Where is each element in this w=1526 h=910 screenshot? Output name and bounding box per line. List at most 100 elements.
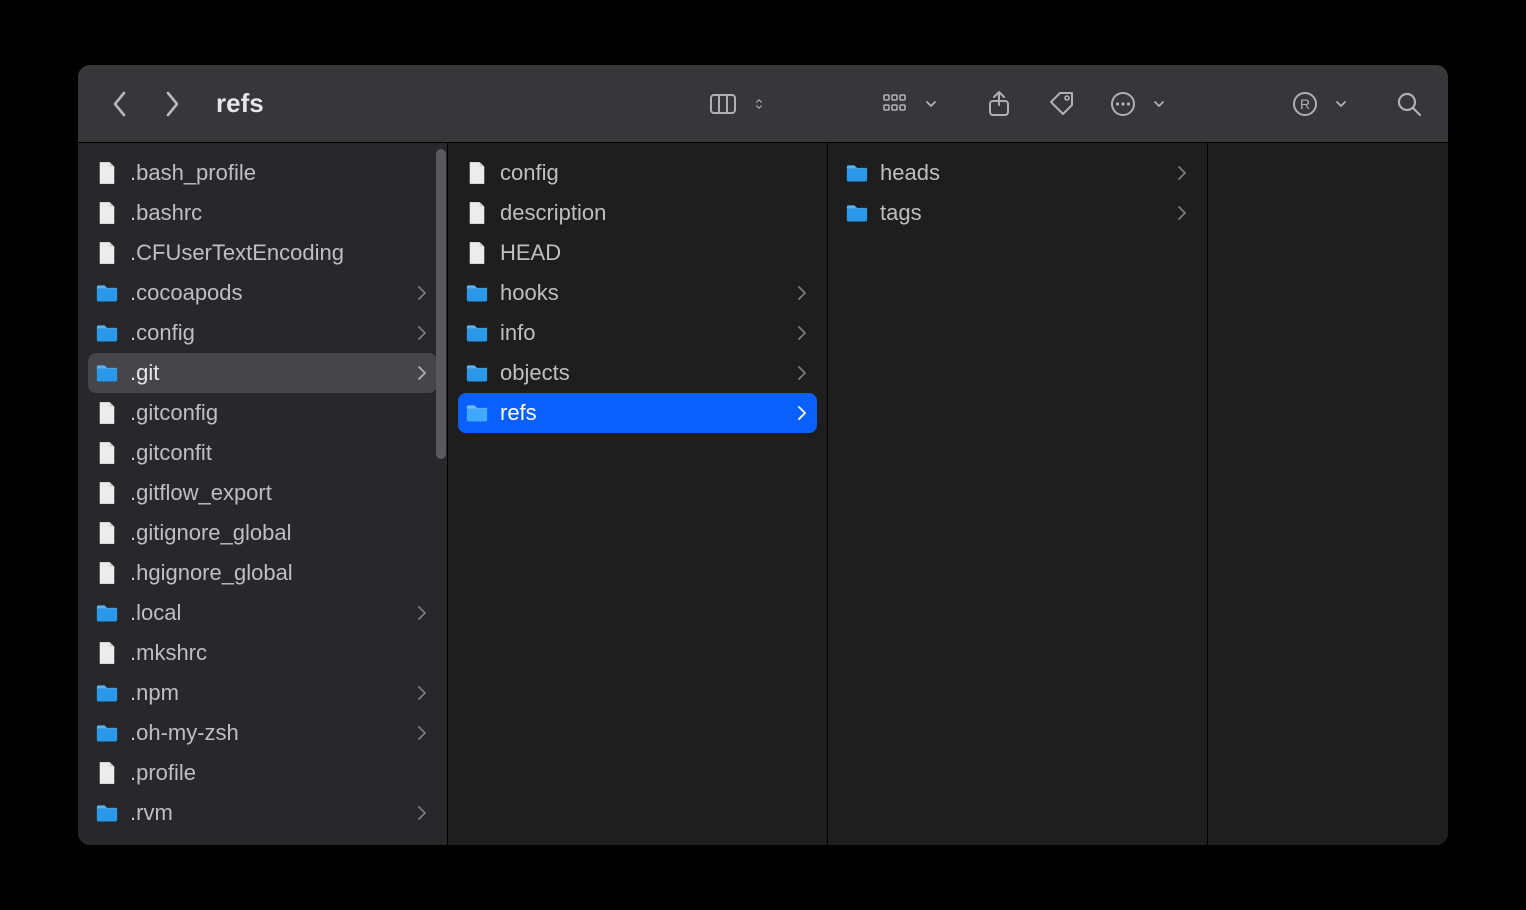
file-icon (96, 200, 118, 226)
file-icon (97, 641, 117, 665)
folder-icon (466, 320, 488, 346)
file-item[interactable]: .local (88, 593, 437, 633)
file-icon (97, 521, 117, 545)
share-button[interactable] (982, 87, 1016, 121)
group-by-button[interactable] (878, 87, 912, 121)
disclosure-arrow (417, 366, 427, 380)
folder-icon (466, 283, 488, 303)
folder-icon (96, 683, 118, 703)
search-button[interactable] (1392, 87, 1426, 121)
folder-icon (466, 403, 488, 423)
more-circle-icon (1109, 90, 1137, 118)
chevron-left-icon (112, 91, 128, 117)
file-icon (467, 161, 487, 185)
file-icon (96, 640, 118, 666)
file-item[interactable]: hooks (458, 273, 817, 313)
file-item[interactable]: .gitconfig (88, 393, 437, 433)
file-icon (466, 200, 488, 226)
file-item[interactable]: objects (458, 353, 817, 393)
chevron-right-icon (1178, 166, 1186, 180)
file-item[interactable]: .cocoapods (88, 273, 437, 313)
action-menu-button[interactable] (1142, 87, 1176, 121)
file-item[interactable]: .mkshrc (88, 633, 437, 673)
columns-icon (709, 90, 737, 118)
file-icon (97, 401, 117, 425)
view-menu-button[interactable] (742, 87, 776, 121)
folder-icon (466, 363, 488, 383)
tag-icon (1047, 90, 1075, 118)
toolbar: refs (78, 65, 1448, 143)
file-item-label: config (500, 160, 807, 186)
registered-menu-button[interactable] (1324, 87, 1358, 121)
view-group (706, 87, 776, 121)
folder-icon (96, 283, 118, 303)
file-icon (96, 480, 118, 506)
file-item-label: .bashrc (130, 200, 427, 226)
file-item-label: tags (880, 200, 1165, 226)
file-icon (466, 240, 488, 266)
file-icon (96, 240, 118, 266)
file-item-label: hooks (500, 280, 785, 306)
file-icon (97, 561, 117, 585)
file-icon (466, 160, 488, 186)
file-item-label: .gitconfig (130, 400, 427, 426)
folder-icon (96, 360, 118, 386)
disclosure-arrow (417, 326, 427, 340)
disclosure-arrow (797, 406, 807, 420)
chevron-down-icon (1153, 98, 1165, 110)
file-item[interactable]: .bashrc (88, 193, 437, 233)
registered-button[interactable]: R (1288, 87, 1322, 121)
disclosure-arrow (797, 366, 807, 380)
chevron-right-icon (418, 606, 426, 620)
column-0: .bash_profile .bashrc .CFUserTextEncoding.… (78, 143, 448, 845)
disclosure-arrow (417, 726, 427, 740)
file-item[interactable]: .gitflow_export (88, 473, 437, 513)
disclosure-arrow (1177, 206, 1187, 220)
file-item[interactable]: .oh-my-zsh (88, 713, 437, 753)
chevron-right-icon (418, 686, 426, 700)
folder-icon (96, 800, 118, 826)
file-item[interactable]: .rvm (88, 793, 437, 833)
forward-button[interactable] (158, 90, 186, 118)
svg-text:R: R (1300, 96, 1310, 112)
tags-button[interactable] (1044, 87, 1078, 121)
scrollbar-thumb[interactable] (436, 149, 446, 459)
file-item[interactable]: .profile (88, 753, 437, 793)
search-icon (1395, 90, 1423, 118)
file-item[interactable]: description (458, 193, 817, 233)
file-item-label: refs (500, 400, 785, 426)
file-item[interactable]: .gitignore_global (88, 513, 437, 553)
chevron-right-icon (418, 726, 426, 740)
file-item[interactable]: HEAD (458, 233, 817, 273)
file-item[interactable]: .gitconfit (88, 433, 437, 473)
folder-icon (96, 680, 118, 706)
action-group (1106, 87, 1176, 121)
back-button[interactable] (106, 90, 134, 118)
file-item[interactable]: .git (88, 353, 437, 393)
chevron-down-icon (925, 98, 937, 110)
group-by-menu-button[interactable] (914, 87, 948, 121)
file-icon (467, 241, 487, 265)
disclosure-arrow (417, 286, 427, 300)
file-item-label: .gitflow_export (130, 480, 427, 506)
file-item[interactable]: .bash_profile (88, 153, 437, 193)
file-item-label: .CFUserTextEncoding (130, 240, 427, 266)
folder-icon (96, 363, 118, 383)
column-view-button[interactable] (706, 87, 740, 121)
file-item[interactable]: .npm (88, 673, 437, 713)
action-button[interactable] (1106, 87, 1140, 121)
column-browser: .bash_profile .bashrc .CFUserTextEncoding.… (78, 143, 1448, 845)
file-item[interactable]: .hgignore_global (88, 553, 437, 593)
grid-group-icon (881, 90, 909, 118)
chevron-right-icon (798, 326, 806, 340)
file-item[interactable]: .config (88, 313, 437, 353)
folder-icon (96, 600, 118, 626)
file-item[interactable]: config (458, 153, 817, 193)
file-item[interactable]: info (458, 313, 817, 353)
registered-icon: R (1291, 90, 1319, 118)
file-item[interactable]: refs (458, 393, 817, 433)
file-item[interactable]: .CFUserTextEncoding (88, 233, 437, 273)
file-item[interactable]: tags (838, 193, 1197, 233)
file-item[interactable]: heads (838, 153, 1197, 193)
chevron-down-icon (1335, 98, 1347, 110)
